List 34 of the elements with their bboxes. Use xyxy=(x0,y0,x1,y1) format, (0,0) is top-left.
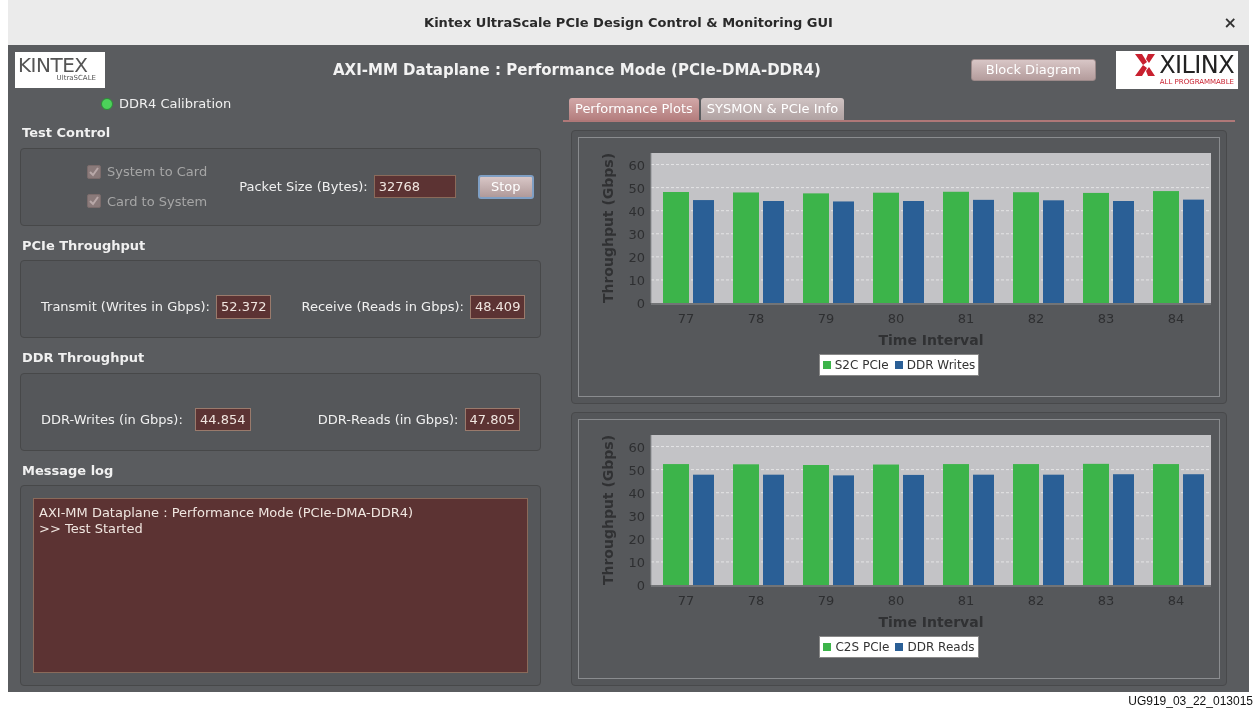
value-field: 47.805 xyxy=(464,407,520,432)
page-title: AXI-MM Dataplane : Performance Mode (PCIe-DMA-DDR4) xyxy=(333,59,821,81)
window-title: Kintex UltraScale PCIe Design Control & Monitoring GUI xyxy=(424,13,833,32)
figure-caption: UG919_03_22_013015 xyxy=(1128,693,1253,710)
field-label: Transmit (Writes in Gbps): xyxy=(41,298,210,317)
logo-wordmark: XILINX xyxy=(1159,53,1234,77)
field-label: Packet Size (Bytes): xyxy=(239,177,368,196)
stop-button[interactable]: Stop xyxy=(477,174,534,199)
field-label: Receive (Reads in Gbps): xyxy=(301,298,464,317)
section-heading: Test Control xyxy=(22,124,111,142)
checkbox-label: System to Card xyxy=(107,163,208,181)
field-label: DDR-Reads (in Gbps): xyxy=(317,410,459,429)
value-field: 52.372 xyxy=(215,295,272,319)
packet-size-field[interactable]: 32768 xyxy=(373,174,456,199)
value-field: 48.409 xyxy=(469,295,526,319)
legend-label: S2C PCIe xyxy=(834,357,889,374)
log-line: >> Test Started xyxy=(39,521,144,537)
section-heading: Message log xyxy=(22,461,114,480)
tab[interactable]: Performance Plots xyxy=(569,98,699,120)
checkbox-label: Card to System xyxy=(107,192,208,211)
x-mark-icon xyxy=(1135,54,1156,76)
field-label: DDR-Writes (in Gbps): xyxy=(41,410,183,429)
tab[interactable]: SYSMON & PCIe Info xyxy=(700,98,845,120)
section-heading: PCIe Throughput xyxy=(22,236,146,255)
close-button[interactable]: × xyxy=(1223,10,1237,35)
legend-label: C2S PCIe xyxy=(835,639,890,656)
section-heading: DDR Throughput xyxy=(22,349,145,367)
legend-label: DDR Reads xyxy=(907,639,975,656)
logo-wordmark: KINTEX xyxy=(18,55,88,75)
status-label: DDR4 Calibration xyxy=(119,95,232,114)
block-diagram-button[interactable]: Block Diagram xyxy=(970,59,1096,81)
legend-label: DDR Writes xyxy=(906,357,976,374)
value-field: 44.854 xyxy=(195,407,251,432)
log-line: AXI-MM Dataplane : Performance Mode (PCIe-DMA-DDR4) xyxy=(39,505,415,521)
